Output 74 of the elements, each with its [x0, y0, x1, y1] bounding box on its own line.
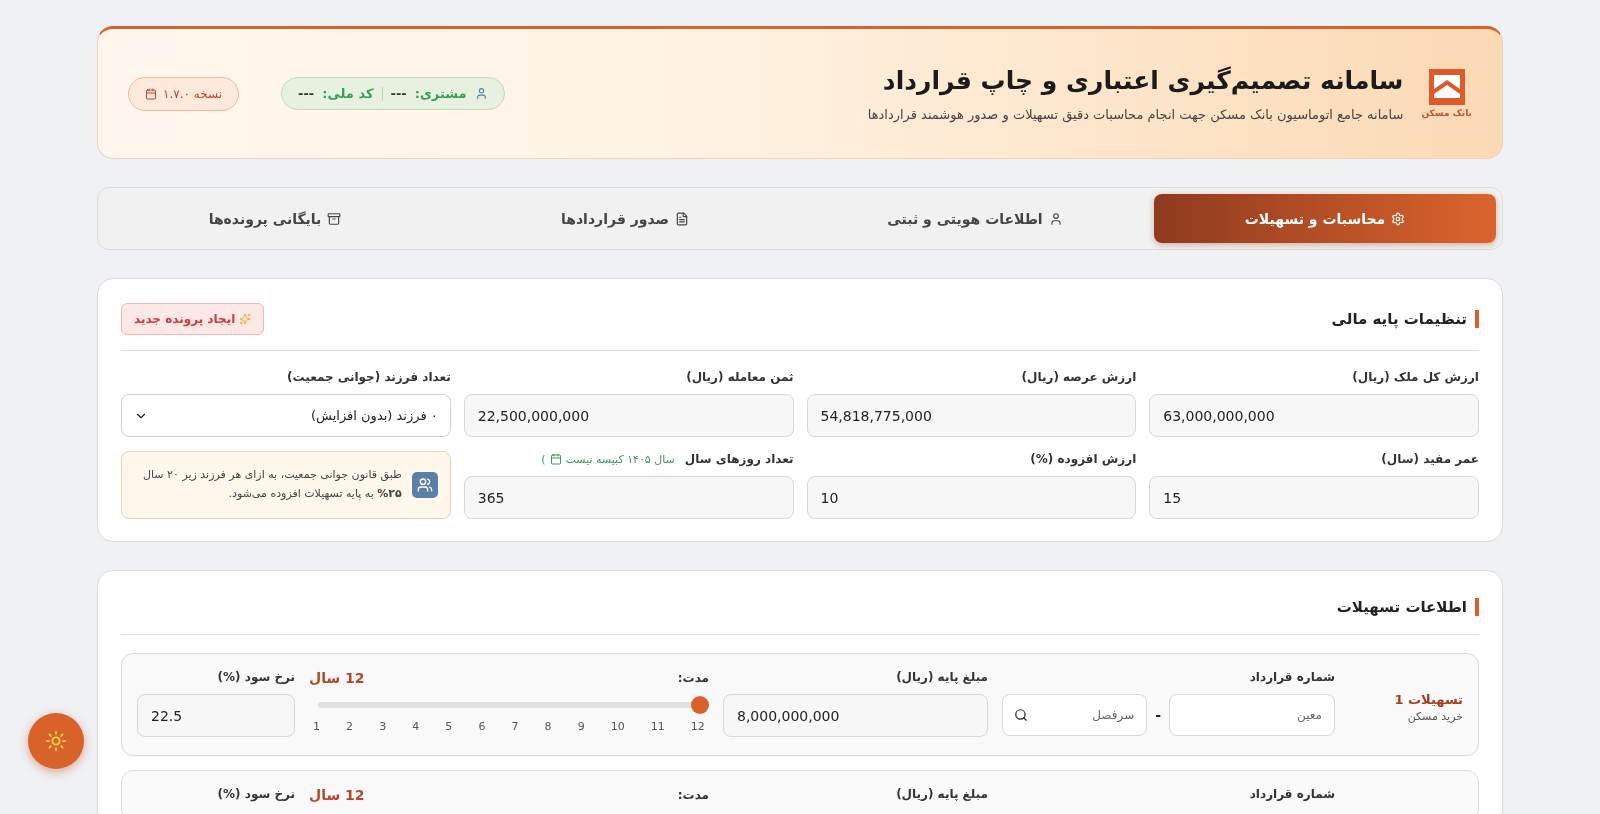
- number-field[interactable]: 63,000,000,000: [1149, 394, 1479, 437]
- calendar-icon: [145, 87, 157, 100]
- duration-value: 12 سال: [309, 670, 365, 686]
- field-label: ثمن معامله (ریال): [686, 370, 794, 384]
- tab[interactable]: صدور قراردادها: [454, 194, 796, 243]
- tick-label: 8: [544, 720, 552, 733]
- sun-icon: [45, 730, 67, 752]
- loan-type: خرید مسکن: [1406, 710, 1463, 723]
- new-file-button[interactable]: ایجاد پرونده جدید: [121, 302, 265, 335]
- bank-logo-icon: [1428, 69, 1465, 105]
- tick-label: 2: [346, 720, 354, 733]
- section-title: تنظیمات پایه مالی: [1331, 309, 1479, 328]
- national-id-label: کد ملی:: [322, 86, 374, 101]
- user-icon: [1048, 211, 1063, 226]
- field-label: نرخ سود (%): [216, 670, 295, 684]
- field-label: عمر مفید (سال): [1381, 452, 1479, 466]
- field-label: مبلغ پایه (ریال): [895, 787, 988, 801]
- field-label: مدت:: [677, 788, 709, 802]
- version-badge: نسخه ۱.۷.۰: [128, 76, 239, 111]
- tab[interactable]: اطلاعات هویتی و ثبتی: [804, 194, 1146, 243]
- tick-label: 9: [577, 720, 585, 733]
- tick-label: 1: [313, 720, 320, 733]
- field-label: تعداد روزهای سال: [684, 452, 794, 466]
- field-label: ارزش عرصه (ریال): [1021, 370, 1137, 384]
- logo-text: بانک مسکن: [1421, 108, 1472, 118]
- calendar-icon: [549, 453, 562, 465]
- loan-title: تسهیلات 1: [1393, 692, 1463, 707]
- tick-label: 5: [445, 720, 453, 733]
- app-title: سامانه تصمیم‌گیری اعتباری و چاپ قرارداد: [881, 65, 1404, 95]
- tick-label: 11: [650, 720, 665, 733]
- info-text: طبق قانون جوانی جمعیت، به ازای هر فرزند زیر ۲۰ سال ۲۵% به پایه تسهیلات افزوده می‌شود.: [142, 467, 402, 502]
- number-field[interactable]: 365: [463, 476, 794, 519]
- section-title: اطلاعات تسهیلات: [1336, 597, 1479, 616]
- amount-field[interactable]: 8,000,000,000: [723, 694, 988, 737]
- children-select[interactable]: ۰ فرزند (بدون افزایش): [121, 394, 451, 437]
- search-field[interactable]: سرفصل: [1002, 694, 1148, 736]
- dash: -: [1155, 707, 1161, 723]
- search-icon: [1014, 708, 1028, 722]
- cabinet-icon: [327, 211, 342, 226]
- number-field[interactable]: 22,500,000,000: [463, 394, 794, 437]
- contract-field[interactable]: معین: [1169, 694, 1335, 736]
- field-label: ارزش افزوده (%): [1030, 452, 1137, 466]
- field-label: شماره قرارداد: [1248, 670, 1335, 684]
- family-icon: [411, 472, 438, 498]
- tick-label: 10: [610, 720, 625, 733]
- leap-year-note: سال ۱۴۰۵ کبیسه نیست (: [541, 452, 675, 466]
- field-label: نرخ سود (%): [216, 787, 295, 801]
- sparkles-icon: [239, 312, 252, 325]
- national-id-value: ---: [298, 86, 315, 101]
- tick-label: 4: [412, 720, 420, 733]
- rate-field[interactable]: 22.5: [137, 694, 295, 737]
- slider-thumb[interactable]: [691, 696, 709, 714]
- tick-label: 3: [379, 720, 387, 733]
- duration-value: 12 سال: [309, 787, 365, 803]
- customer-label: مشتری:: [414, 86, 467, 101]
- tab[interactable]: بایگانی پرونده‌ها: [104, 194, 446, 243]
- app-subtitle: سامانه جامع اتوماسیون بانک مسکن جهت انجام محاسبات دقیق تسهیلات و صدور هوشمند قراردادها: [866, 106, 1404, 122]
- number-field[interactable]: 54,818,775,000: [806, 394, 1137, 437]
- tab[interactable]: محاسبات و تسهیلات: [1154, 194, 1496, 243]
- tick-label: 12: [690, 720, 705, 733]
- tick-label: 7: [511, 720, 519, 733]
- user-icon: [474, 87, 488, 100]
- tick-label: 6: [478, 720, 486, 733]
- field-label: مبلغ پایه (ریال): [895, 670, 988, 684]
- number-field[interactable]: 10: [806, 476, 1137, 519]
- customer-value: ---: [390, 86, 407, 101]
- gear-icon: [1391, 211, 1406, 226]
- field-label: مدت:: [677, 671, 709, 685]
- number-field[interactable]: 15: [1149, 476, 1479, 519]
- field-label: ارزش کل ملک (ریال): [1352, 370, 1479, 384]
- theme-toggle-button[interactable]: [28, 713, 84, 769]
- field-label: شماره قرارداد: [1248, 787, 1335, 801]
- field-label: تعداد فرزند (جوانی جمعیت): [287, 370, 451, 384]
- document-icon: [675, 211, 690, 226]
